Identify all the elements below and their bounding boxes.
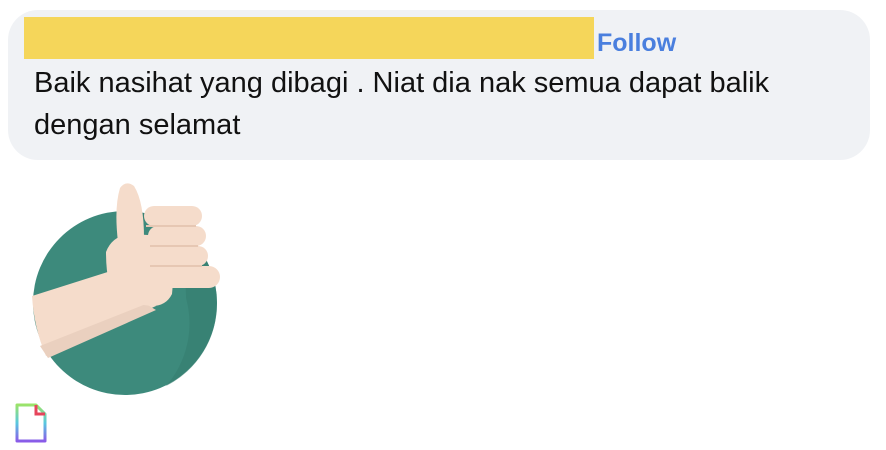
- file-icon[interactable]: [14, 402, 50, 444]
- redacted-author-name: [24, 17, 594, 59]
- thumbs-up-icon: [32, 183, 220, 395]
- follow-button[interactable]: Follow: [597, 26, 676, 60]
- comment-text: Baik nasihat yang dibagi . Niat dia nak …: [34, 67, 770, 141]
- thumbs-up-sticker: [26, 178, 226, 398]
- comment-bubble: Follow Baik nasihat yang dibagi . Niat d…: [8, 10, 870, 160]
